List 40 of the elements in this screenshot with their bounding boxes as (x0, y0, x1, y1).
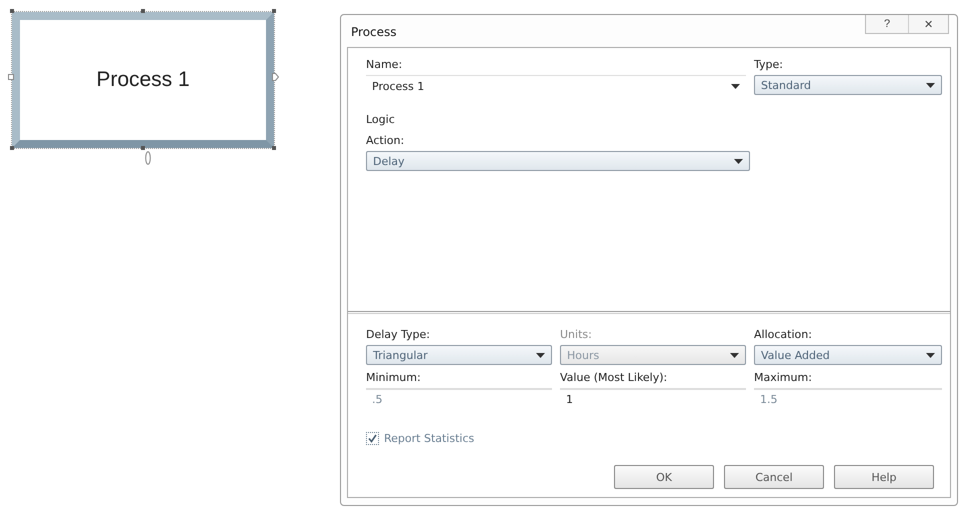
input-field[interactable]: 1 (560, 388, 746, 408)
help-button[interactable]: ? (866, 15, 908, 33)
field-label: Type: (754, 58, 784, 71)
caret-icon (926, 82, 935, 88)
action-dropdown[interactable]: Delay (366, 151, 750, 171)
selection-handle[interactable] (10, 146, 14, 150)
process-shape[interactable]: Process 1 (12, 12, 274, 148)
dialog-button[interactable]: Help (834, 465, 934, 489)
exit-point-icon (272, 73, 279, 81)
entry-point-icon (8, 74, 14, 80)
type-dropdown[interactable]: Standard (754, 75, 942, 95)
caret-icon (536, 352, 545, 358)
field-label: Name: (366, 58, 404, 71)
dropdown[interactable]: Triangular (366, 345, 552, 365)
caret-icon (926, 352, 935, 358)
ellipse-icon (145, 151, 151, 165)
field-label: Value (Most Likely): (560, 371, 668, 384)
dialog-button[interactable]: Cancel (724, 465, 824, 489)
caret-icon (730, 352, 739, 358)
checkbox[interactable] (366, 432, 379, 445)
dialog-button[interactable]: OK (614, 465, 714, 489)
field-label: Units: (560, 328, 593, 341)
name-combo[interactable]: Process 1 (366, 75, 746, 96)
caret-icon (731, 84, 740, 88)
section-heading: Logic (366, 113, 396, 126)
checkbox-label: Report Statistics (384, 432, 474, 445)
window-title: Process (350, 24, 398, 39)
selection-handle[interactable] (272, 146, 276, 150)
close-button[interactable]: ✕ (908, 15, 948, 33)
selection-handle[interactable] (141, 9, 145, 13)
dropdown[interactable]: Value Added (754, 345, 942, 365)
field-label: Maximum: (754, 371, 813, 384)
field-label: Delay Type: (366, 328, 432, 341)
field-label: Action: (366, 134, 406, 147)
selection-handle[interactable] (141, 146, 145, 150)
field-label: Allocation: (754, 328, 813, 341)
selection-handle[interactable] (10, 9, 14, 13)
caret-icon (734, 158, 743, 164)
selection-handle[interactable] (272, 9, 276, 13)
field-label: Minimum: (366, 371, 422, 384)
